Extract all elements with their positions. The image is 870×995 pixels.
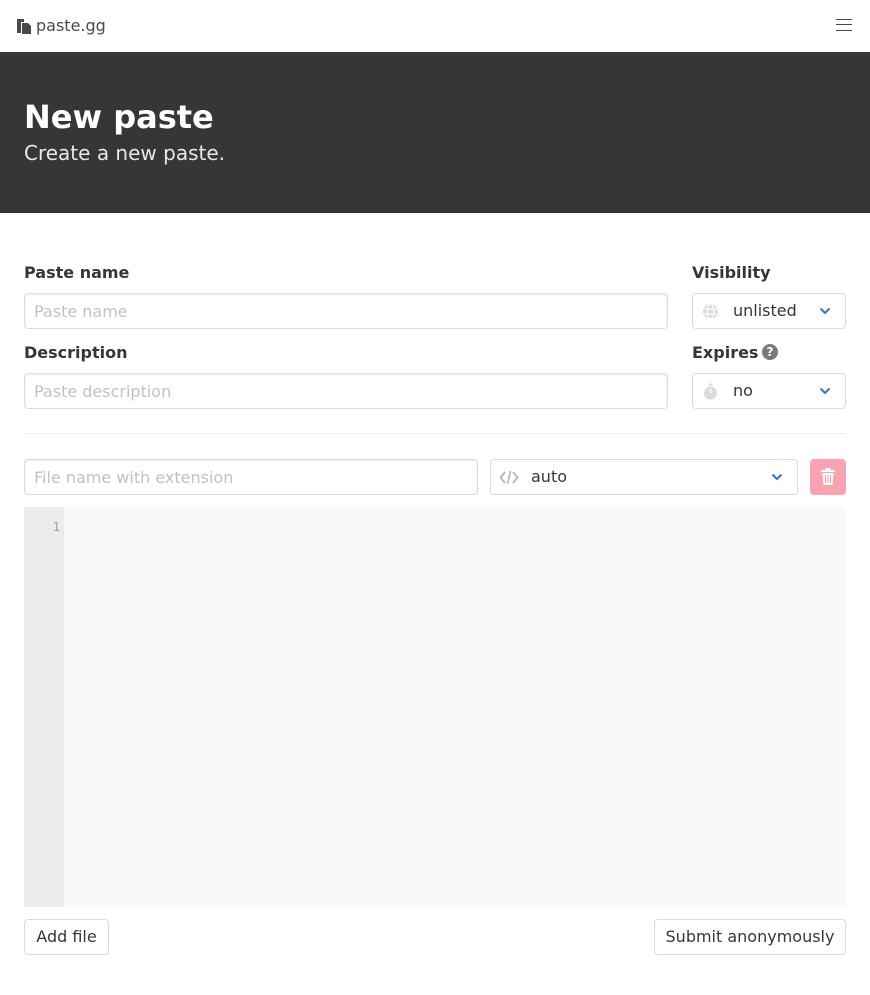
- line-number: 1: [52, 520, 60, 534]
- submit-anonymously-button[interactable]: Submit anonymously: [654, 919, 846, 955]
- visibility-select[interactable]: unlisted: [692, 293, 846, 329]
- stopwatch-icon: [704, 383, 717, 400]
- visibility-label: Visibility: [692, 263, 771, 282]
- code-editor[interactable]: 1: [24, 507, 846, 907]
- description-label: Description: [24, 343, 128, 362]
- page-title: New paste: [24, 98, 214, 136]
- add-file-button[interactable]: Add file: [24, 919, 109, 955]
- globe-icon: [703, 303, 718, 320]
- expires-select[interactable]: no: [692, 373, 846, 409]
- language-value: auto: [531, 467, 568, 486]
- visibility-value: unlisted: [733, 301, 797, 320]
- file-name-input[interactable]: [24, 459, 478, 495]
- trash-icon: [821, 468, 835, 485]
- line-number-gutter: 1: [24, 507, 64, 907]
- paste-name-input[interactable]: [24, 293, 668, 329]
- chevron-down-icon: [771, 473, 783, 481]
- hamburger-menu-icon[interactable]: [836, 18, 852, 32]
- hero-banner: New paste Create a new paste.: [0, 52, 870, 213]
- copy-files-icon: [17, 18, 31, 34]
- help-icon[interactable]: ?: [762, 344, 778, 360]
- navbar: paste.gg: [0, 0, 870, 52]
- description-input[interactable]: [24, 373, 668, 409]
- brand-link[interactable]: paste.gg: [16, 16, 106, 35]
- paste-name-label: Paste name: [24, 263, 130, 282]
- expires-label: Expires: [692, 343, 759, 362]
- delete-file-button[interactable]: [810, 459, 846, 495]
- section-divider: [24, 433, 846, 434]
- page-subtitle: Create a new paste.: [24, 141, 225, 165]
- language-select[interactable]: auto: [490, 459, 798, 495]
- chevron-down-icon: [819, 387, 831, 395]
- expires-value: no: [733, 381, 753, 400]
- brand-name: paste.gg: [36, 16, 106, 35]
- code-icon: [499, 470, 519, 485]
- chevron-down-icon: [819, 307, 831, 315]
